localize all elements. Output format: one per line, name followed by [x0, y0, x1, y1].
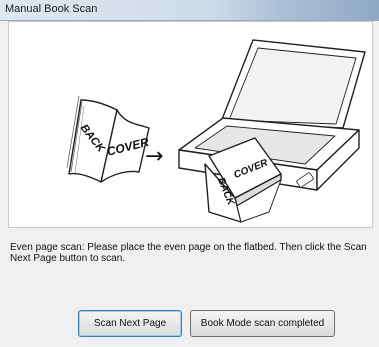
arrow-right-icon: → [145, 144, 163, 169]
window-title: Manual Book Scan [5, 3, 98, 15]
book-scan-diagram: BACK COVER → COVER BACK [66, 39, 366, 223]
scan-illustration: BACK COVER → COVER BACK [8, 21, 373, 228]
instruction-text: Even page scan: Please place the even pa… [10, 242, 367, 264]
book-mode-completed-button[interactable]: Book Mode scan completed [190, 310, 335, 337]
scan-next-page-button[interactable]: Scan Next Page [78, 310, 182, 337]
title-bar[interactable]: Manual Book Scan [0, 0, 379, 21]
